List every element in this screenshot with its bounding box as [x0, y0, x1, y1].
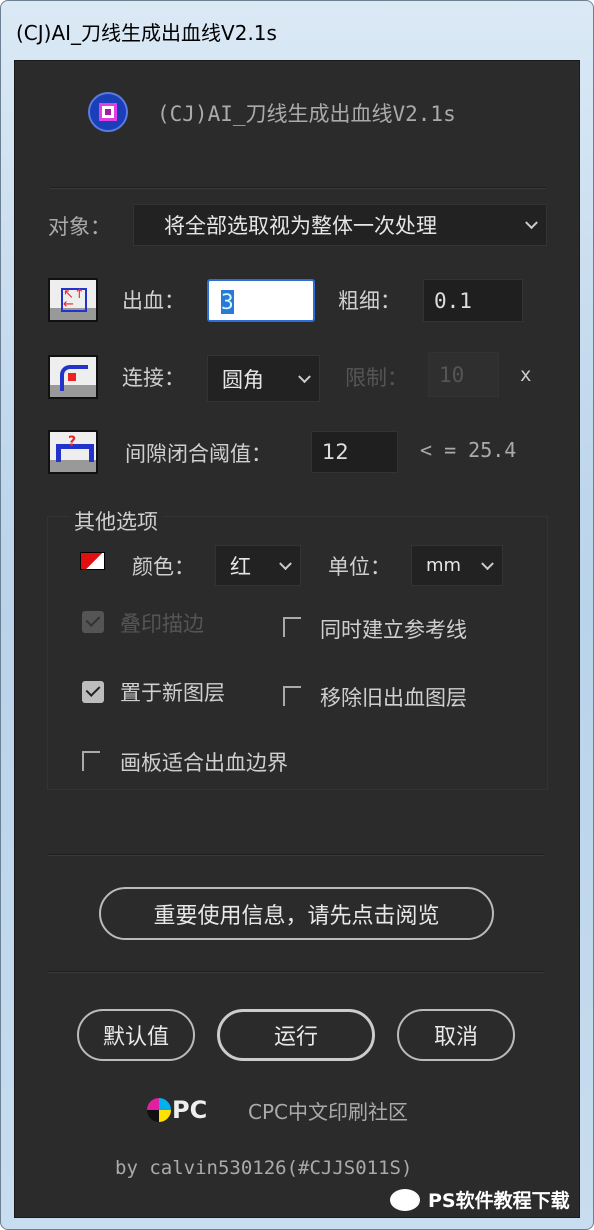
gap-close-icon: ? — [48, 430, 98, 474]
gap-input[interactable]: 12 — [311, 431, 398, 473]
unit-select[interactable]: mm — [411, 545, 503, 586]
watermark-text: PS软件教程下载 — [428, 1190, 570, 1212]
cpc-logo: PC — [147, 1096, 207, 1124]
new-layer-checkbox[interactable] — [82, 681, 104, 703]
weight-input[interactable]: 0.1 — [423, 279, 523, 322]
join-select-value: 圆角 — [222, 367, 264, 392]
limit-label: 限制： — [345, 366, 408, 390]
object-select[interactable]: 将全部选取视为整体一次处理 — [133, 204, 547, 246]
limit-unit: x — [520, 364, 532, 386]
chevron-down-icon — [279, 556, 292, 570]
guides-checkbox[interactable] — [283, 617, 301, 637]
color-label: 颜色： — [132, 555, 195, 579]
chevron-down-icon — [298, 369, 311, 383]
gap-label: 间隙闭合阈值： — [125, 442, 272, 466]
artboard-fit-checkbox[interactable] — [82, 751, 100, 771]
gap-input-value: 12 — [322, 440, 349, 464]
join-icon — [48, 355, 98, 399]
object-select-value: 将全部选取视为整体一次处理 — [164, 214, 437, 238]
remove-old-layer-checkbox[interactable] — [283, 686, 301, 706]
app-logo-icon — [88, 92, 128, 132]
header-title: (CJ)AI_刀线生成出血线V2.1s — [157, 102, 456, 126]
unit-label: 单位： — [328, 555, 391, 579]
bleed-input-value: 3 — [221, 290, 234, 314]
credit-text: by calvin530126(#CJJS011S) — [115, 1157, 413, 1179]
remove-old-layer-label: 移除旧出血图层 — [320, 686, 467, 710]
color-select-value: 红 — [230, 554, 251, 579]
chevron-down-icon — [481, 556, 494, 570]
weight-input-value: 0.1 — [434, 288, 472, 313]
overprint-checkbox[interactable] — [82, 611, 104, 633]
limit-input[interactable]: 10 — [428, 352, 499, 397]
wechat-icon — [390, 1188, 420, 1211]
guides-label: 同时建立参考线 — [320, 618, 467, 642]
join-select[interactable]: 圆角 — [207, 355, 320, 402]
weight-label: 粗细： — [338, 289, 401, 313]
divider — [48, 971, 544, 973]
cmyk-wheel-icon — [147, 1098, 171, 1122]
new-layer-label: 置于新图层 — [120, 681, 225, 705]
cancel-button[interactable]: 取消 — [397, 1009, 515, 1061]
window-title: (CJ)AI_刀线生成出血线V2.1s — [16, 21, 277, 45]
divider — [50, 187, 546, 189]
chevron-down-icon — [525, 216, 538, 230]
overprint-label: 叠印描边 — [120, 612, 204, 636]
color-swatch-icon — [80, 552, 105, 570]
community-name: CPC中文印刷社区 — [248, 1100, 408, 1124]
bleed-input[interactable]: 3 — [207, 279, 315, 322]
run-button[interactable]: 运行 — [217, 1009, 375, 1061]
bleed-label: 出血： — [122, 289, 185, 313]
bleed-icon: ↖↑ ← — [48, 278, 98, 322]
defaults-button[interactable]: 默认值 — [77, 1009, 195, 1061]
artboard-fit-label: 画板适合出血边界 — [120, 751, 288, 775]
join-label: 连接： — [122, 366, 185, 390]
divider — [48, 854, 544, 856]
object-label: 对象： — [48, 215, 111, 239]
watermark: PS软件教程下载 — [390, 1186, 570, 1213]
gap-max: < = 25.4 — [420, 438, 517, 462]
info-button[interactable]: 重要使用信息，请先点击阅览 — [99, 887, 494, 940]
unit-select-value: mm — [426, 555, 462, 576]
color-select[interactable]: 红 — [215, 545, 301, 586]
limit-input-value: 10 — [439, 362, 465, 387]
other-options-legend: 其他选项 — [70, 506, 162, 536]
